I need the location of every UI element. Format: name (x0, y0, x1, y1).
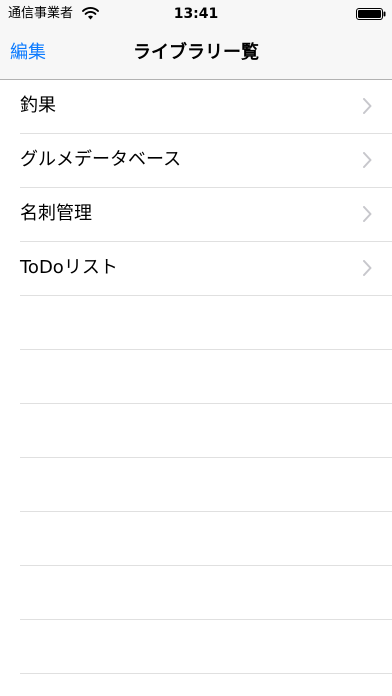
list-item[interactable]: 名刺管理 (20, 188, 392, 242)
library-table: 釣果 グルメデータベース 名刺管理 ToDoリスト (0, 80, 392, 696)
chevron-right-icon (363, 260, 372, 276)
chevron-right-icon (363, 98, 372, 114)
list-item[interactable]: 釣果 (20, 80, 392, 134)
empty-table-row (20, 350, 392, 404)
list-item-label: ToDoリスト (20, 257, 118, 278)
list-item-label: 名刺管理 (20, 203, 92, 224)
empty-table-row (20, 458, 392, 512)
list-item-label: 釣果 (20, 95, 56, 116)
list-item[interactable]: ToDoリスト (20, 242, 392, 296)
status-bar: 通信事業者 13:41 (0, 0, 392, 28)
empty-table-row (20, 620, 392, 674)
chevron-right-icon (363, 206, 372, 222)
empty-table-row (20, 404, 392, 458)
list-item-label: グルメデータベース (20, 149, 182, 170)
page-title: ライブラリー覧 (133, 42, 259, 63)
empty-table-row (20, 566, 392, 620)
chevron-right-icon (363, 152, 372, 168)
status-time: 13:41 (173, 6, 219, 22)
battery-full-icon (356, 8, 386, 20)
empty-table-row (20, 512, 392, 566)
navigation-bar: 編集 ライブラリー覧 (0, 28, 392, 80)
list-item[interactable]: グルメデータベース (20, 134, 392, 188)
empty-table-row (20, 296, 392, 350)
